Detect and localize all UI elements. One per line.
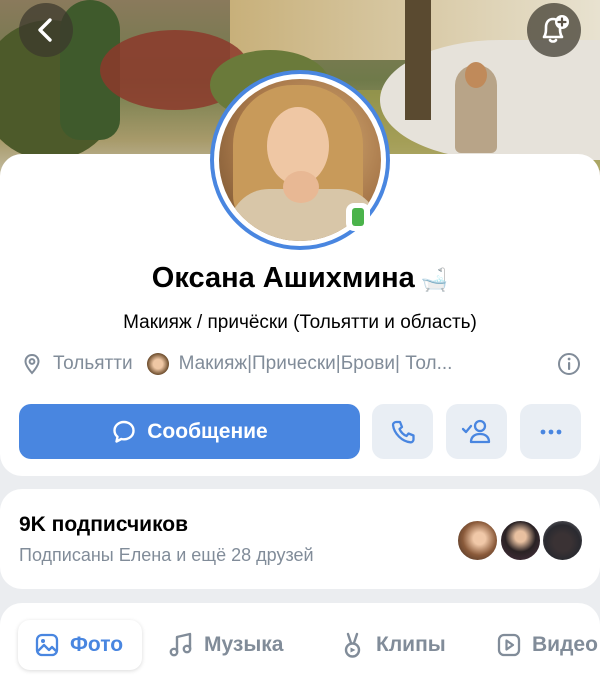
- follower-avatar: [499, 519, 542, 562]
- community-avatar: [146, 353, 169, 375]
- location-pin-icon: [24, 353, 40, 375]
- profile-community: Макияж|Прически|Брови| Тол...: [178, 353, 453, 374]
- online-mobile-indicator: [346, 203, 370, 231]
- chevron-left-icon: [38, 18, 52, 42]
- avatar-hand: [283, 171, 319, 203]
- tab-music-label: Музыка: [204, 633, 284, 656]
- play-icon: [497, 633, 521, 657]
- tab-clips[interactable]: Клипы: [340, 620, 446, 670]
- phone-icon-small: [352, 208, 364, 226]
- back-button[interactable]: [19, 3, 73, 57]
- profile-status: Макияж / причёски (Тольятти и область): [123, 312, 477, 333]
- call-button[interactable]: [372, 404, 433, 459]
- subscribe-notifications-button[interactable]: [527, 3, 581, 57]
- tab-video[interactable]: Видео: [496, 620, 598, 670]
- phone-icon: [391, 420, 415, 443]
- tab-photos[interactable]: Фото: [18, 620, 142, 670]
- profile-name-text: Оксана Ашихмина: [151, 262, 415, 294]
- profile-city: Тольятти: [53, 353, 133, 374]
- chat-bubble-icon: [113, 420, 135, 443]
- image-icon: [35, 633, 59, 657]
- bathtub-emoji-icon[interactable]: 🛁: [421, 267, 448, 292]
- clips-icon: [344, 632, 361, 658]
- profile-meta-row[interactable]: Тольятти Макияж|Прически|Брови| Тол...: [21, 350, 581, 378]
- more-horizontal-icon: [540, 429, 561, 434]
- music-note-icon: [169, 632, 192, 657]
- message-button-label: Сообщение: [147, 419, 268, 443]
- follower-avatar: [456, 519, 499, 562]
- content-tabs: Фото Музыка Клипы Видео: [0, 620, 600, 670]
- mutual-friends-text: Подписаны Елена и ещё 28 друзей: [19, 545, 314, 565]
- cover-tree-trunk: [405, 0, 431, 120]
- followers-count[interactable]: 9K подписчиков: [19, 513, 188, 537]
- tab-music[interactable]: Музыка: [168, 620, 283, 670]
- bell-plus-icon: [542, 15, 569, 43]
- cover-person-head: [465, 62, 487, 88]
- follower-avatar: [541, 519, 584, 562]
- info-icon[interactable]: [557, 352, 581, 376]
- friend-status-button[interactable]: [446, 404, 507, 459]
- message-button[interactable]: Сообщение: [19, 404, 360, 459]
- tab-video-label: Видео: [532, 633, 598, 656]
- tab-photos-label: Фото: [70, 633, 124, 656]
- tab-clips-label: Клипы: [376, 633, 446, 656]
- profile-name: Оксана Ашихмина 🛁: [0, 262, 600, 295]
- user-check-icon: [461, 419, 490, 443]
- more-options-button[interactable]: [520, 404, 581, 459]
